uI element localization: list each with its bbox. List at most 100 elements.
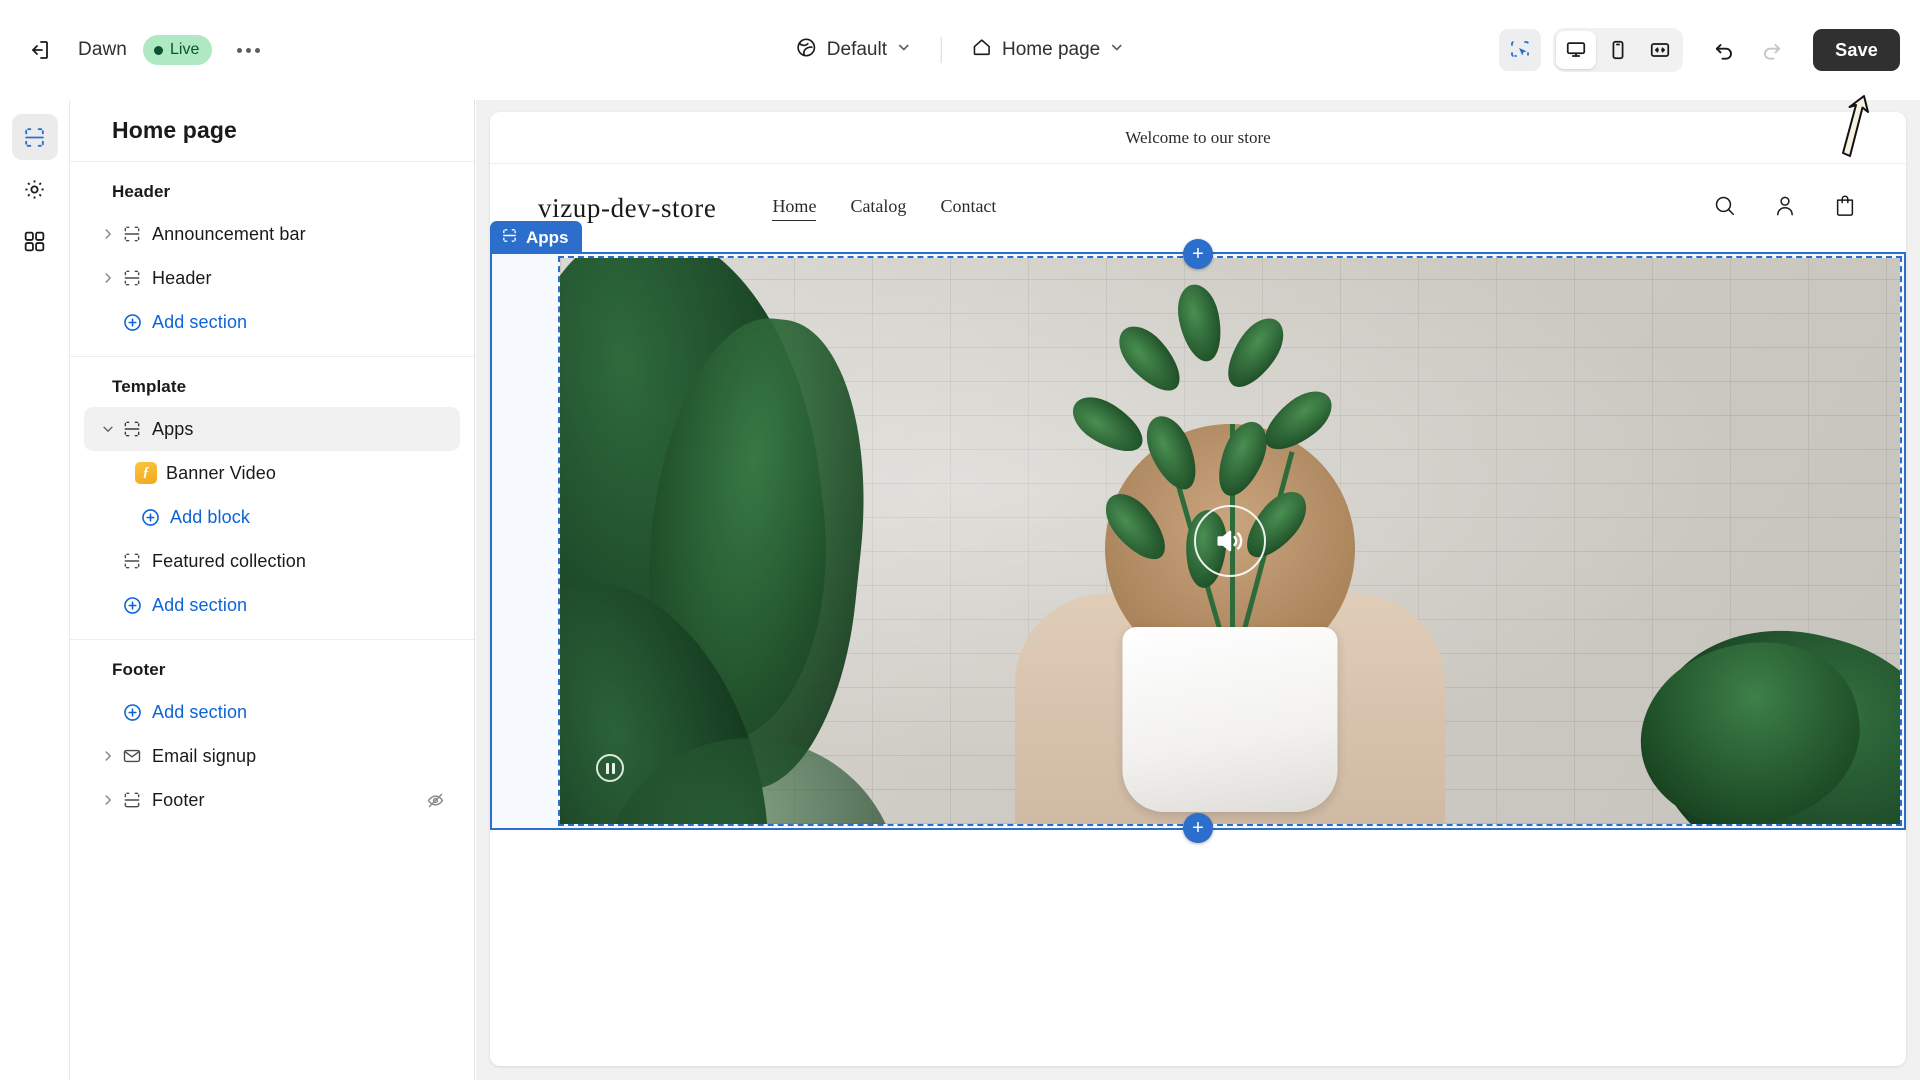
envelope-icon: [118, 746, 146, 766]
status-badge-label: Live: [169, 41, 200, 58]
add-block-button[interactable]: Add block: [84, 495, 460, 539]
home-icon: [971, 36, 993, 64]
toolbar-divider: [940, 37, 942, 63]
sidebar-item-label: Apps: [152, 418, 194, 439]
sidebar-item-footer[interactable]: Footer: [84, 778, 460, 822]
more-dot-2-icon: [245, 47, 251, 53]
sidebar-item-label: Announcement bar: [152, 223, 306, 244]
storefront-preview: Welcome to our store vizup-dev-store Hom…: [490, 112, 1906, 1066]
sidebar-group-template: Template Apps ƒ Banner Video Add block F…: [70, 357, 474, 640]
top-bar-center: Default Home page: [784, 29, 1136, 71]
nav-link-home[interactable]: Home: [772, 196, 817, 221]
sidebar-item-header[interactable]: Header: [84, 256, 460, 300]
chevron-right-icon[interactable]: [98, 749, 118, 763]
account-icon[interactable]: [1772, 193, 1798, 224]
add-section-label: Add section: [152, 594, 248, 615]
page-label: Home page: [1001, 39, 1101, 60]
section-icon: [118, 224, 146, 244]
storefront-nav: Home Catalog Contact: [772, 196, 996, 221]
selected-block-banner-video[interactable]: [558, 256, 1902, 826]
plus-circle-icon: [118, 595, 146, 616]
speaker-on-icon[interactable]: [1194, 505, 1266, 577]
nav-link-contact[interactable]: Contact: [940, 196, 996, 220]
plus-circle-icon: [118, 702, 146, 723]
pause-icon[interactable]: [596, 754, 624, 782]
chevron-right-icon[interactable]: [98, 793, 118, 807]
sidebar-item-announcement-bar[interactable]: Announcement bar: [84, 212, 460, 256]
nav-link-catalog[interactable]: Catalog: [850, 196, 906, 220]
banner-video[interactable]: [560, 258, 1900, 824]
app-badge-icon: ƒ: [132, 462, 160, 484]
section-badge-apps[interactable]: Apps: [490, 221, 582, 254]
store-logo[interactable]: vizup-dev-store: [538, 193, 716, 224]
app-badge-glyph: ƒ: [135, 462, 157, 484]
search-icon[interactable]: [1712, 193, 1738, 224]
sidebar-item-banner-video-block[interactable]: ƒ Banner Video: [84, 451, 460, 495]
pause-bar-left: [605, 762, 609, 774]
sidebar-item-label: Banner Video: [166, 462, 276, 483]
device-preview-group: [1553, 28, 1684, 72]
add-section-button-footer[interactable]: Add section: [84, 690, 460, 734]
sidebar-item-apps-section[interactable]: Apps: [84, 407, 460, 451]
page-selector[interactable]: Home page: [960, 29, 1136, 71]
top-bar: Dawn Live Default Home page Save: [0, 0, 1920, 100]
plus-circle-icon: [136, 507, 164, 528]
add-section-button-header[interactable]: Add section: [84, 300, 460, 344]
desktop-icon[interactable]: [1556, 31, 1597, 69]
save-button[interactable]: Save: [1813, 29, 1900, 71]
inspect-select-tool-button[interactable]: [1499, 29, 1542, 71]
section-icon: [501, 227, 518, 249]
redo-icon[interactable]: [1751, 29, 1793, 71]
section-icon: [118, 419, 146, 439]
sidebar-item-featured-collection[interactable]: Featured collection: [84, 539, 460, 583]
add-section-label: Add section: [152, 701, 248, 722]
section-badge-label: Apps: [526, 227, 569, 247]
add-block-label: Add block: [170, 506, 250, 527]
exit-icon[interactable]: [18, 28, 62, 72]
chevron-down-icon: [1109, 39, 1125, 61]
sidebar-item-theme-settings[interactable]: [12, 166, 58, 212]
locale-label: Default: [826, 39, 887, 60]
group-title-template: Template: [112, 377, 187, 396]
foreground-plant: [1030, 274, 1430, 675]
sections-sidebar: Home page Header Announcement bar Header…: [70, 100, 475, 1080]
sidebar-item-label: Footer: [152, 789, 205, 810]
group-title-footer: Footer: [112, 660, 166, 679]
sidebar-item-label: Header: [152, 267, 212, 288]
chevron-right-icon[interactable]: [98, 227, 118, 241]
more-dot-1-icon: [236, 47, 242, 53]
chevron-down-icon[interactable]: [98, 422, 118, 436]
undo-icon[interactable]: [1703, 29, 1745, 71]
announcement-bar[interactable]: Welcome to our store: [490, 112, 1906, 164]
fullscreen-icon[interactable]: [1640, 31, 1680, 69]
eye-off-icon[interactable]: [425, 790, 446, 811]
sidebar-item-sections[interactable]: [11, 114, 58, 160]
theme-more-actions-button[interactable]: [228, 32, 268, 68]
chevron-down-icon: [896, 39, 912, 61]
section-icon: [118, 268, 146, 288]
theme-name: Dawn: [78, 39, 127, 60]
mobile-icon[interactable]: [1598, 31, 1638, 69]
add-section-above-button[interactable]: +: [1183, 239, 1213, 269]
right-foliage: [1560, 534, 1900, 824]
more-dot-3-icon: [254, 47, 260, 53]
status-badge: Live: [142, 35, 213, 65]
add-section-below-button[interactable]: +: [1183, 813, 1213, 843]
selected-section-apps[interactable]: Apps + +: [490, 221, 1906, 843]
live-dot-icon: [153, 45, 163, 55]
group-title-header: Header: [112, 182, 171, 201]
sidebar-item-apps[interactable]: [12, 218, 58, 264]
left-rail: [0, 100, 70, 1080]
add-section-button-template[interactable]: Add section: [84, 583, 460, 627]
top-bar-left: Dawn Live: [0, 28, 268, 72]
pause-bar-right: [611, 762, 615, 774]
sidebar-item-label: Featured collection: [152, 550, 306, 571]
plus-circle-icon: [118, 312, 146, 333]
cart-icon[interactable]: [1832, 193, 1858, 224]
sidebar-item-email-signup[interactable]: Email signup: [84, 734, 460, 778]
sidebar-group-header: Header Announcement bar Header Add secti…: [70, 162, 474, 357]
sidebar-group-footer: Footer Add section Email signup Footer: [70, 640, 474, 834]
footer-section-icon: [118, 790, 146, 810]
chevron-right-icon[interactable]: [98, 271, 118, 285]
locale-selector[interactable]: Default: [784, 29, 923, 71]
